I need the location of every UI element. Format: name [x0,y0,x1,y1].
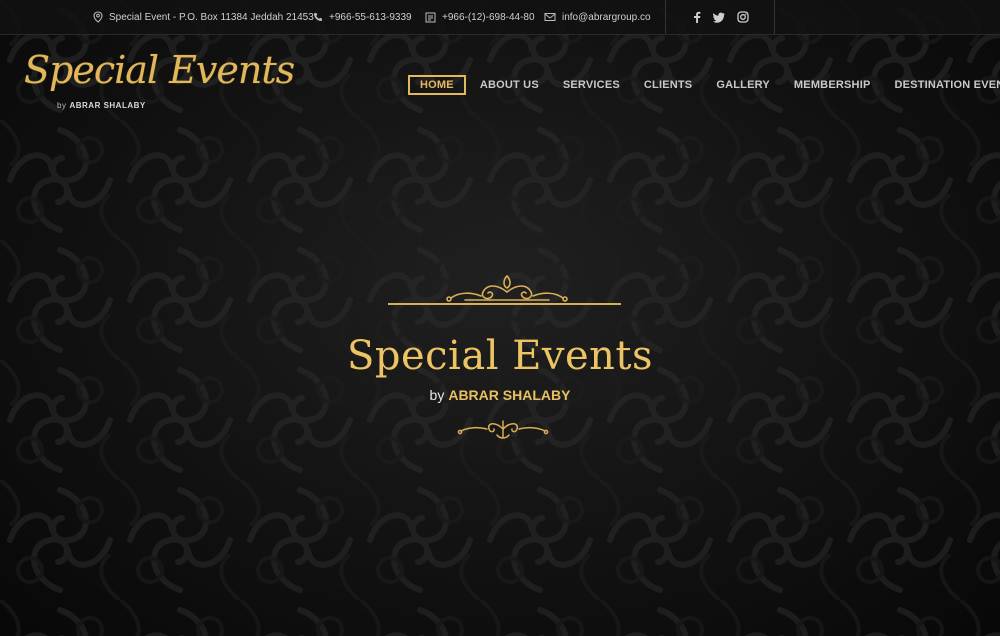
nav-home[interactable]: HOME [408,75,466,95]
social-links [665,0,775,34]
facebook-icon[interactable] [693,11,701,23]
top-divider-line [388,303,621,305]
logo-script-text: Special Events [24,48,295,92]
instagram-icon[interactable] [737,11,749,23]
fax-icon [425,12,436,22]
hero-section: Special Events by ABRAR SHALABY [0,260,1000,450]
email-link[interactable]: info@abrargroup.co [562,12,651,23]
location-pin-icon [93,11,103,23]
envelope-icon [544,13,556,21]
nav-clients[interactable]: CLIENTS [644,79,692,91]
logo-by-text: by [57,101,67,110]
fax-text: +966-(12)-698-44-80 [442,11,535,23]
hero-title: Special Events [346,333,654,379]
hero-name-text: ABRAR SHALABY [448,387,571,403]
address-info: Special Event - P.O. Box 11384 Jeddah 21… [93,0,314,34]
logo-name-text: ABRAR SHALABY [69,101,146,110]
logo-subtitle: by ABRAR SHALABY [57,101,146,110]
hero-byline: by ABRAR SHALABY [0,387,1000,403]
nav-membership[interactable]: MEMBERSHIP [794,79,871,91]
mobile-text[interactable]: +966-55-613-9339 [329,12,412,23]
page: Special Event - P.O. Box 11384 Jeddah 21… [0,0,1000,636]
twitter-icon[interactable] [713,12,725,23]
nav-about-us[interactable]: ABOUT US [480,79,539,91]
top-bar: Special Event - P.O. Box 11384 Jeddah 21… [0,0,1000,35]
top-flourish-ornament [446,274,568,302]
phone-icon [314,13,322,21]
mobile-info: +966-55-613-9339 [313,0,412,34]
fax-info: +966-(12)-698-44-80 [425,0,535,34]
nav-gallery[interactable]: GALLERY [716,79,770,91]
main-nav: HOME ABOUT US SERVICES CLIENTS GALLERY M… [408,75,1000,95]
site-logo[interactable]: Special Events by ABRAR SHALABY [24,48,295,118]
nav-destination-events[interactable]: DESTINATION EVENTS [894,79,1000,91]
hero-by-text: by [429,387,445,403]
nav-services[interactable]: SERVICES [563,79,620,91]
address-text: Special Event - P.O. Box 11384 Jeddah 21… [109,11,314,23]
email-info: info@abrargroup.co [544,0,651,34]
bottom-flourish-ornament [457,420,549,439]
